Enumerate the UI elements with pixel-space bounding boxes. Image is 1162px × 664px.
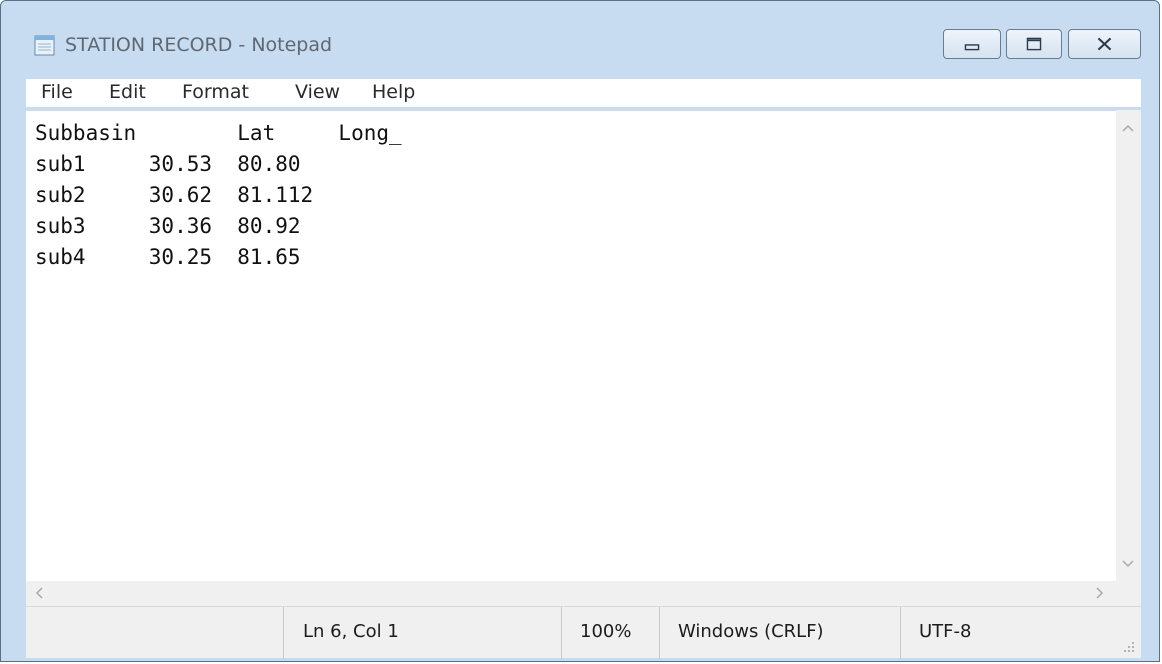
menu-file[interactable]: File [41,81,73,103]
status-bar: Ln 6, Col 1 100% Windows (CRLF) UTF-8 [26,606,1141,659]
notepad-window: STATION RECORD - Notepad File Edit Forma… [0,0,1160,662]
status-divider [659,607,660,659]
title-bar[interactable]: STATION RECORD - Notepad [1,1,1159,79]
status-encoding: UTF-8 [919,621,972,642]
maximize-button[interactable] [1006,29,1062,59]
status-cursor-position: Ln 6, Col 1 [303,621,399,642]
status-line-ending: Windows (CRLF) [678,621,824,642]
notepad-icon[interactable] [33,33,57,57]
text-line: sub1 30.53 80.80 [35,152,301,176]
maximize-icon [1026,37,1042,51]
scroll-down-icon[interactable] [1118,554,1138,574]
menu-bar: File Edit Format View Help [26,79,1141,107]
scroll-right-icon[interactable] [1089,583,1109,603]
menu-view[interactable]: View [295,81,340,103]
window-title: STATION RECORD - Notepad [65,34,333,56]
close-button[interactable] [1068,29,1141,59]
horizontal-scrollbar[interactable] [26,581,1116,606]
status-divider [900,607,901,659]
minimize-icon [964,44,980,51]
vertical-scrollbar[interactable] [1116,110,1141,581]
minimize-button[interactable] [943,29,1001,59]
text-line: sub2 30.62 81.112 [35,183,314,207]
text-line: sub3 30.36 80.92 [35,214,301,238]
text-line: Subbasin Lat Long_ [35,121,402,145]
menu-edit[interactable]: Edit [109,81,146,103]
status-divider [283,607,284,659]
status-zoom: 100% [580,621,632,642]
scrollbar-corner [1116,581,1141,606]
close-icon [1097,37,1112,51]
text-editor[interactable]: Subbasin Lat Long_ sub1 30.53 80.80 sub2… [26,110,1116,581]
scroll-up-icon[interactable] [1118,118,1138,138]
resize-grip-icon[interactable] [1122,639,1136,653]
menu-help[interactable]: Help [372,81,415,103]
scroll-left-icon[interactable] [30,583,50,603]
text-line: sub4 30.25 81.65 [35,245,301,269]
status-divider [561,607,562,659]
menu-format[interactable]: Format [182,81,249,103]
